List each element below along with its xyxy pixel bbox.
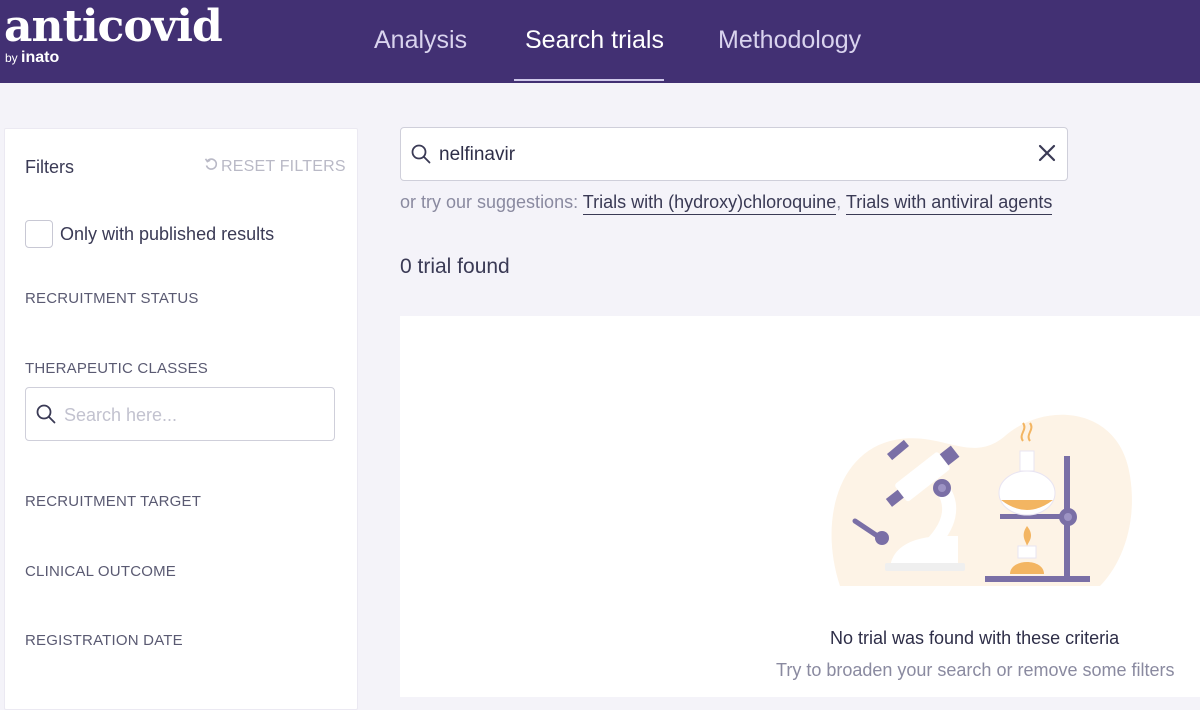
filters-title: Filters bbox=[25, 157, 74, 177]
suggestion-antiviral-link[interactable]: Trials with antiviral agents bbox=[845, 192, 1053, 215]
suggestion-separator: , bbox=[836, 192, 842, 212]
illustration-blob bbox=[831, 414, 1132, 586]
published-results-checkbox[interactable] bbox=[25, 220, 53, 248]
tab-search-trials[interactable]: Search trials bbox=[525, 0, 664, 80]
active-tab-indicator bbox=[514, 79, 664, 81]
published-results-label[interactable]: Only with published results bbox=[60, 224, 274, 245]
close-icon[interactable] bbox=[1037, 143, 1057, 168]
therapeutic-classes-search bbox=[25, 387, 335, 441]
search-icon bbox=[411, 144, 431, 169]
results-panel: No trial was found with these criteria T… bbox=[400, 316, 1200, 697]
empty-state-illustration bbox=[830, 396, 1140, 601]
top-navbar: anticovid by inato Analysis Search trial… bbox=[0, 0, 1200, 83]
logo-wordmark: anticovid bbox=[4, 1, 223, 52]
reset-filters-label: RESET FILTERS bbox=[221, 158, 346, 175]
logo-by-text: by bbox=[5, 51, 18, 65]
logo-company: inato bbox=[21, 49, 60, 66]
registration-date-section[interactable]: REGISTRATION DATE bbox=[25, 632, 183, 649]
filters-sidebar: Filters RESET FILTERS Only with publishe… bbox=[4, 128, 358, 710]
tab-analysis[interactable]: Analysis bbox=[374, 0, 467, 80]
tab-methodology[interactable]: Methodology bbox=[718, 0, 861, 80]
suggestion-hydroxychloroquine-link[interactable]: Trials with (hydroxy)chloroquine bbox=[582, 192, 837, 215]
empty-state-title: No trial was found with these criteria bbox=[830, 628, 1120, 648]
empty-state-subtitle: Try to broaden your search or remove som… bbox=[776, 660, 1175, 680]
therapeutic-classes-section[interactable]: THERAPEUTIC CLASSES bbox=[25, 360, 208, 377]
anticovid-logo[interactable]: anticovid by inato bbox=[4, 1, 223, 66]
therapeutic-search-input[interactable] bbox=[62, 400, 326, 430]
clinical-outcome-section[interactable]: CLINICAL OUTCOME bbox=[25, 563, 176, 580]
reset-filters-button[interactable]: RESET FILTERS bbox=[204, 157, 346, 176]
search-suggestions: or try our suggestions: Trials with (hyd… bbox=[400, 192, 1053, 215]
results-count: 0 trial found bbox=[400, 255, 510, 278]
recruitment-target-section[interactable]: RECRUITMENT TARGET bbox=[25, 493, 201, 510]
reset-icon bbox=[204, 157, 218, 176]
logo-byline: by inato bbox=[5, 49, 222, 66]
recruitment-status-section[interactable]: RECRUITMENT STATUS bbox=[25, 290, 199, 307]
trial-search-box bbox=[400, 127, 1068, 181]
trial-search-input[interactable] bbox=[437, 140, 1021, 170]
suggestions-prefix: or try our suggestions: bbox=[400, 192, 579, 212]
search-icon bbox=[36, 404, 56, 429]
